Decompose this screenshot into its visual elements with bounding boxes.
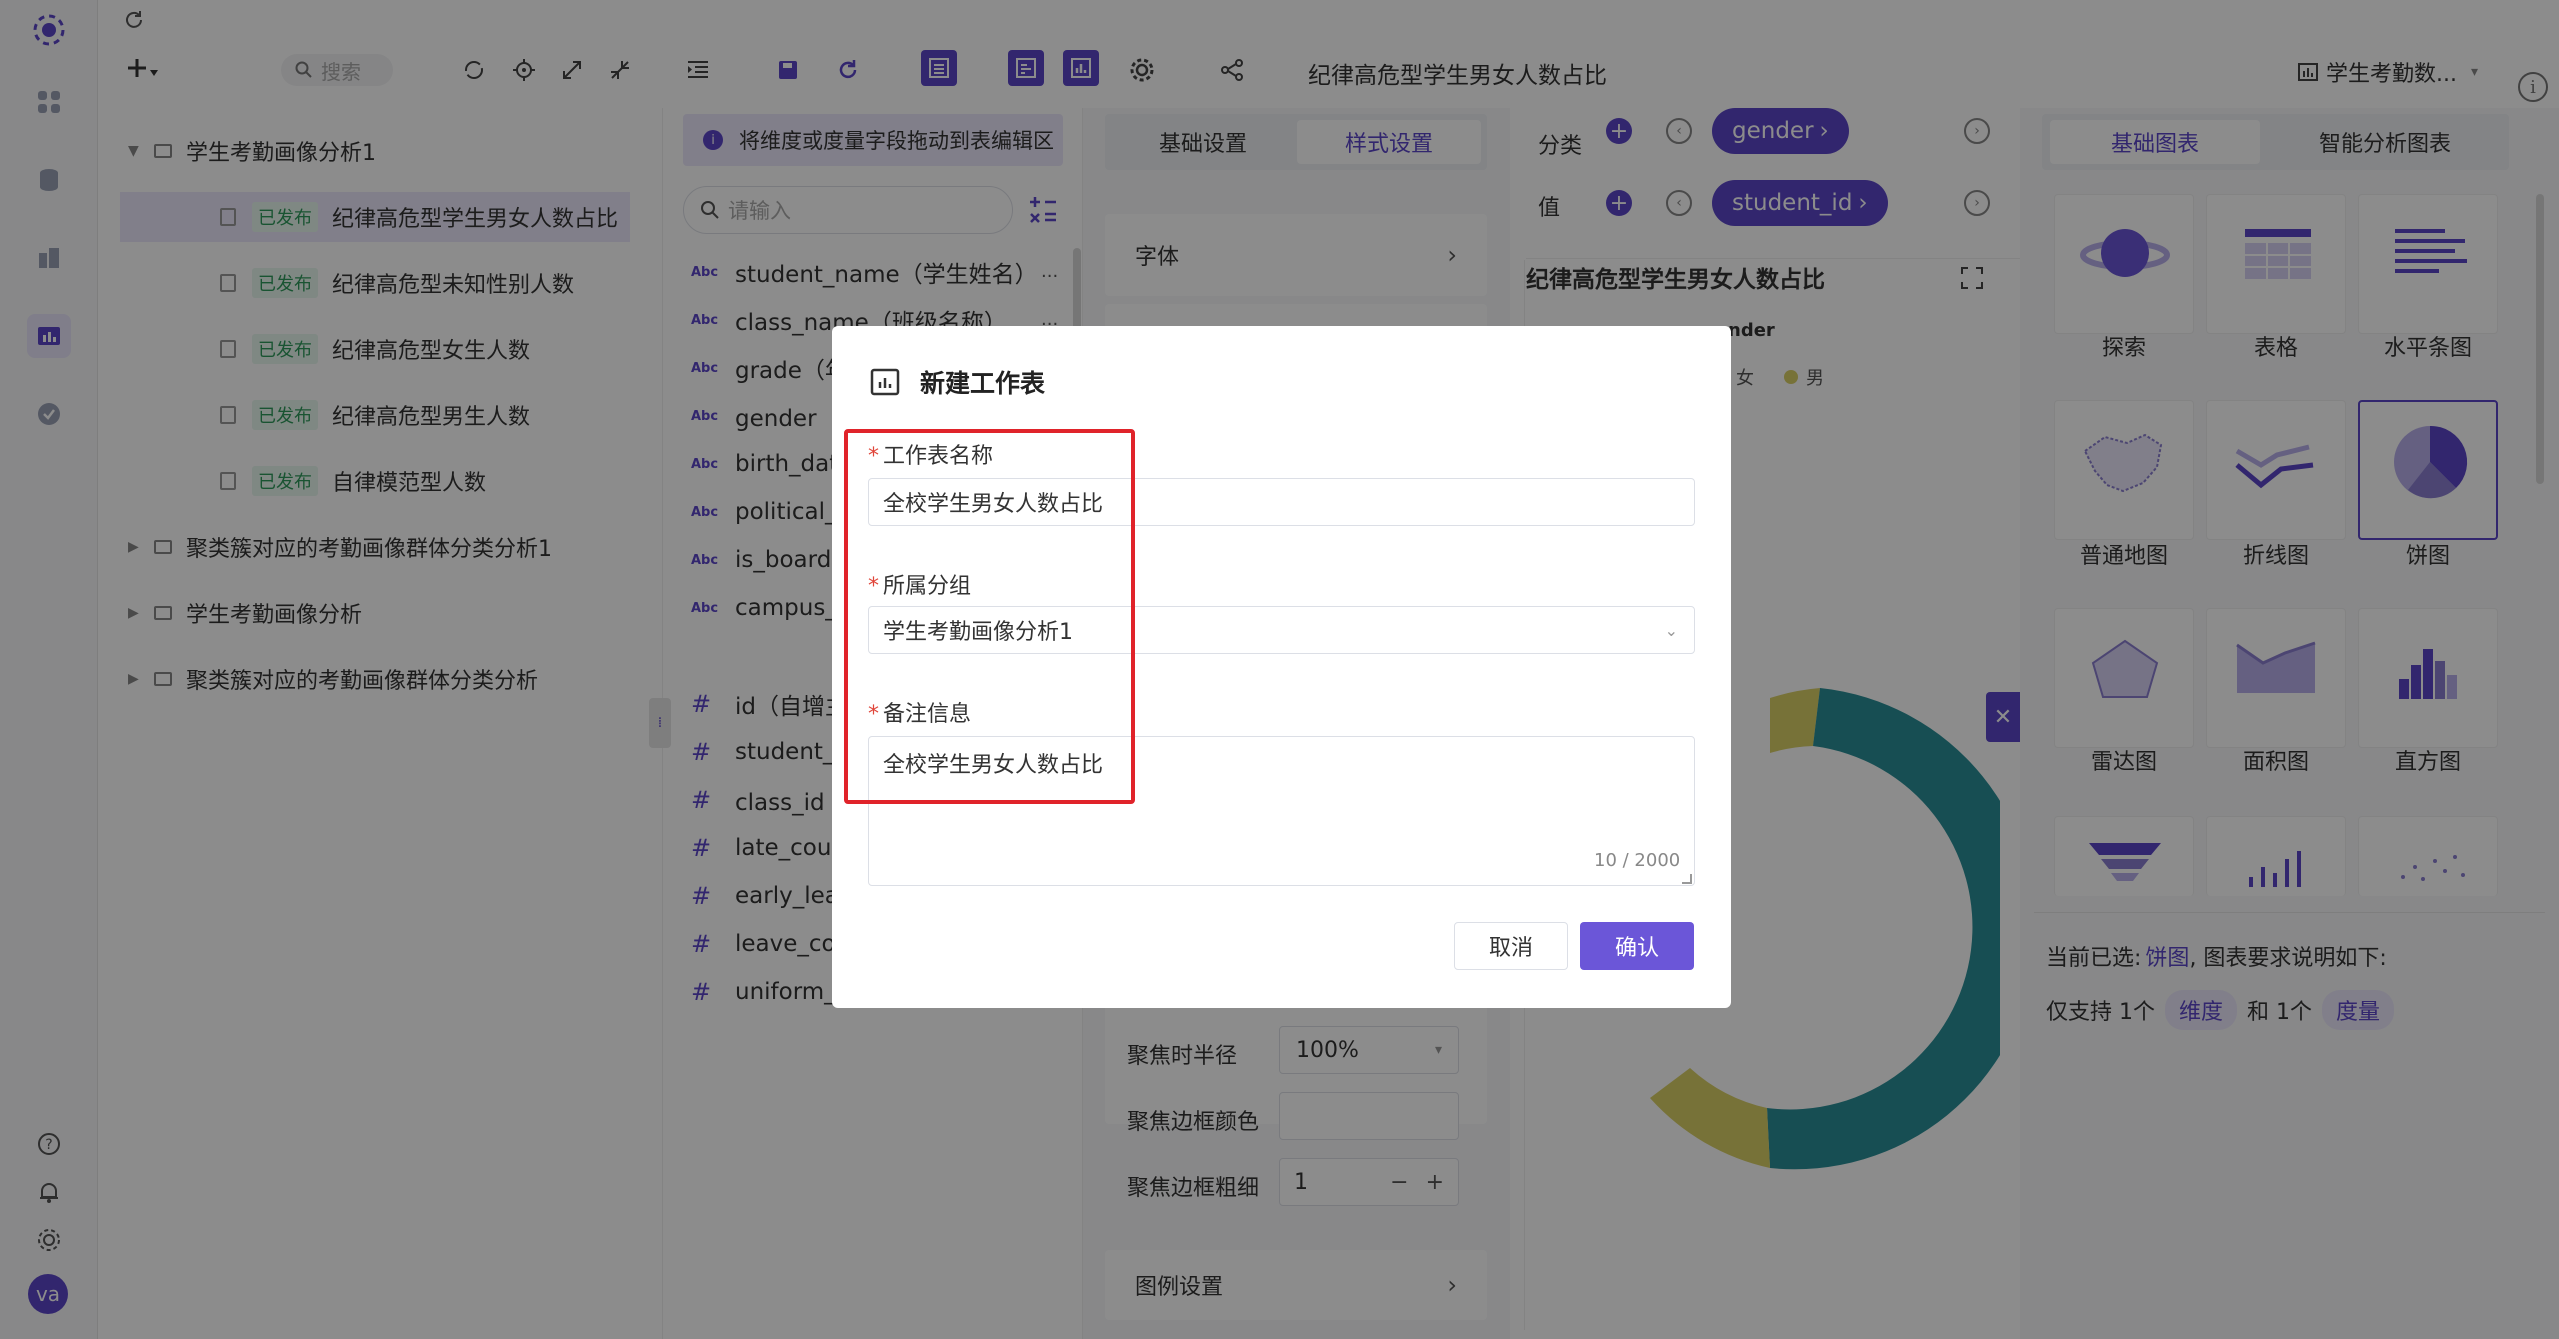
dialog-title: 新建工作表 (920, 369, 1046, 398)
textarea-resize-handle[interactable] (1682, 874, 1692, 884)
chevron-down-icon: ⌄ (1664, 620, 1678, 640)
worksheet-icon (870, 368, 900, 396)
dialog-header: 新建工作表 (870, 364, 1045, 400)
cancel-button[interactable]: 取消 (1454, 922, 1568, 970)
annotation-highlight-box (844, 429, 1135, 804)
char-counter: 10 / 2000 (1594, 850, 1681, 871)
confirm-button[interactable]: 确认 (1580, 922, 1694, 970)
